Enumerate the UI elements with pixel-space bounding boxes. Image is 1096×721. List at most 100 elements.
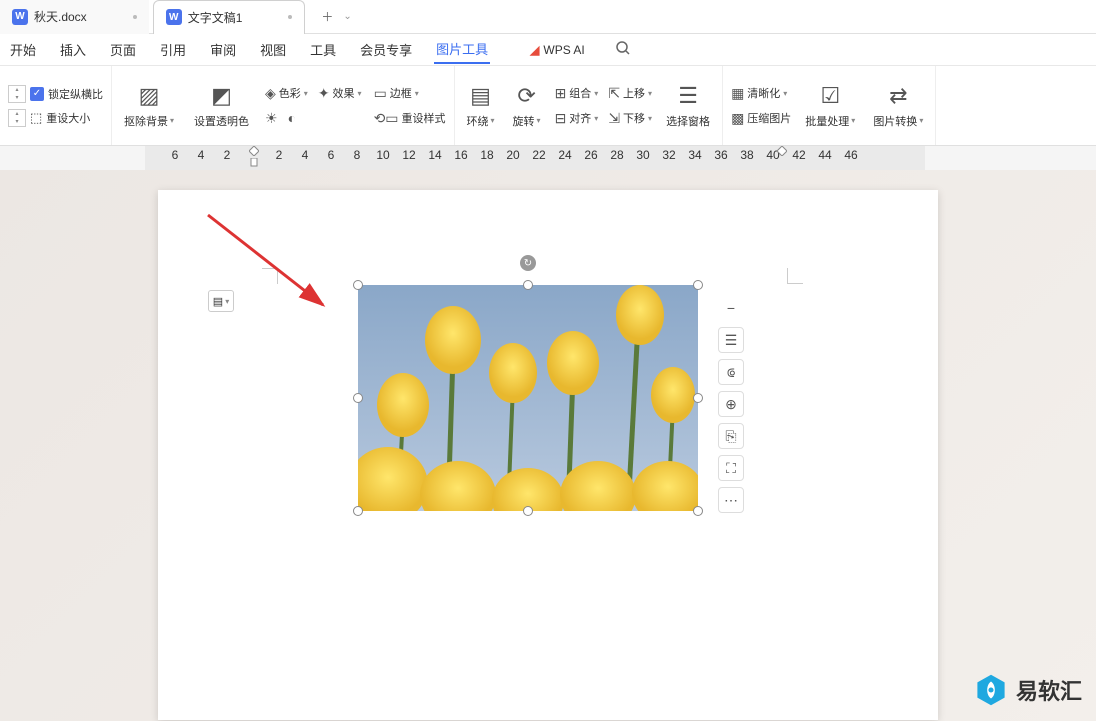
contrast-button[interactable]: ◐ bbox=[288, 110, 296, 126]
wrap-button[interactable]: ▤ 环绕▾ bbox=[463, 77, 499, 135]
zoom-button[interactable]: ⊕ bbox=[718, 391, 744, 417]
color-button[interactable]: ◈色彩▾ bbox=[265, 85, 308, 102]
remove-bg-icon: ▨ bbox=[139, 83, 160, 109]
resize-handle-tm[interactable] bbox=[523, 280, 533, 290]
wps-ai-icon: ◢ bbox=[530, 43, 539, 57]
group-icon: ⊞ bbox=[555, 85, 567, 102]
move-up-icon: ⇱ bbox=[608, 85, 620, 102]
rotate-handle[interactable]: ↻ bbox=[520, 255, 536, 271]
compress-button[interactable]: ▩压缩图片 bbox=[731, 110, 791, 127]
lock-ratio-checkbox[interactable]: ✓ bbox=[30, 87, 44, 101]
crop-button[interactable]: ⟃ bbox=[718, 359, 744, 385]
picture-tools-toolbar: ▴▾ ✓ 锁定纵横比 ▴▾ ⬚ 重设大小 ▨ 抠除背景▾ ◩ 设置透明色 ◈色彩… bbox=[0, 66, 1096, 146]
add-tab-dropdown[interactable]: ⌄ bbox=[343, 11, 351, 22]
move-up-button[interactable]: ⇱上移▾ bbox=[608, 85, 652, 102]
wrap-icon: ▤ bbox=[470, 83, 491, 109]
sharpen-button[interactable]: ▦清晰化▾ bbox=[731, 85, 791, 102]
menu-reference[interactable]: 引用 bbox=[158, 36, 188, 63]
compress-icon: ▩ bbox=[731, 110, 744, 127]
inline-wrap-tag[interactable]: ▤ ▾ bbox=[208, 290, 234, 312]
document-canvas[interactable]: ▤ ▾ ↻ bbox=[0, 170, 1096, 721]
menu-page[interactable]: 页面 bbox=[108, 36, 138, 63]
image-content bbox=[358, 285, 698, 511]
resize-handle-ml[interactable] bbox=[353, 393, 363, 403]
batch-button[interactable]: ☑ 批量处理▾ bbox=[801, 77, 859, 135]
border-button[interactable]: ▭边框▾ bbox=[374, 85, 446, 102]
move-down-icon: ⇲ bbox=[608, 110, 620, 127]
width-spinner[interactable]: ▴▾ bbox=[8, 109, 26, 127]
rotate-button[interactable]: ⟳ 旋转▾ bbox=[509, 77, 545, 135]
menu-picture-tools[interactable]: 图片工具 bbox=[434, 35, 490, 64]
close-tab-icon[interactable] bbox=[288, 15, 292, 19]
crop-icon: ⟃ bbox=[727, 364, 735, 381]
brightness-icon: ☀ bbox=[265, 110, 278, 127]
convert-button[interactable]: ⇄ 图片转换▾ bbox=[869, 77, 927, 135]
word-doc-icon: W bbox=[166, 9, 182, 25]
brightness-button[interactable]: ☀ bbox=[265, 110, 278, 127]
color-icon: ◈ bbox=[265, 85, 276, 102]
indent-marker-bottom[interactable] bbox=[249, 158, 259, 168]
copy-icon: ⎘ bbox=[725, 428, 736, 445]
doc-tab-2[interactable]: W 文字文稿1 bbox=[153, 0, 306, 34]
effect-button[interactable]: ✦效果▾ bbox=[318, 85, 362, 102]
contrast-icon: ◐ bbox=[288, 110, 296, 126]
resize-handle-mr[interactable] bbox=[693, 393, 703, 403]
transparent-icon: ◩ bbox=[211, 83, 232, 109]
batch-icon: ☑ bbox=[820, 83, 840, 109]
selected-image[interactable]: ↻ bbox=[358, 285, 698, 511]
set-transparent-button[interactable]: ◩ 设置透明色 bbox=[190, 77, 253, 135]
page[interactable]: ▤ ▾ ↻ bbox=[158, 190, 938, 720]
doc-tab-1[interactable]: W 秋天.docx bbox=[0, 0, 149, 34]
image-side-toolbar: − ☰ ⟃ ⊕ ⎘ ⛶ ⋯ bbox=[718, 295, 744, 513]
main-menu: 开始 插入 页面 引用 审阅 视图 工具 会员专享 图片工具 ◢ WPS AI bbox=[0, 34, 1096, 66]
select-pane-icon: ☰ bbox=[678, 83, 698, 109]
add-tab-button[interactable]: ＋ bbox=[315, 5, 339, 29]
resize-handle-bm[interactable] bbox=[523, 506, 533, 516]
fullscreen-button[interactable]: ⛶ bbox=[718, 455, 744, 481]
group-button[interactable]: ⊞组合▾ bbox=[555, 85, 599, 102]
move-down-button[interactable]: ⇲下移▾ bbox=[608, 110, 652, 127]
resize-handle-tl[interactable] bbox=[353, 280, 363, 290]
right-indent-marker[interactable] bbox=[777, 146, 787, 156]
reset-size-label[interactable]: 重设大小 bbox=[46, 110, 90, 126]
resize-handle-bl[interactable] bbox=[353, 506, 363, 516]
menu-insert[interactable]: 插入 bbox=[58, 36, 88, 63]
wps-ai-button[interactable]: ◢ WPS AI bbox=[530, 43, 585, 57]
menu-view[interactable]: 视图 bbox=[258, 36, 288, 63]
select-pane-button[interactable]: ☰ 选择窗格 bbox=[662, 77, 714, 135]
resize-handle-tr[interactable] bbox=[693, 280, 703, 290]
wrap-options-button[interactable]: ☰ bbox=[718, 327, 744, 353]
horizontal-ruler[interactable]: 6 4 2 2 4 6 8 10 12 14 16 18 20 22 24 26… bbox=[145, 146, 925, 170]
indent-marker-top[interactable] bbox=[249, 146, 259, 156]
menu-review[interactable]: 审阅 bbox=[208, 36, 238, 63]
doc-tab-2-label: 文字文稿1 bbox=[188, 9, 243, 26]
align-button[interactable]: ⊟对齐▾ bbox=[555, 110, 599, 127]
menu-tools[interactable]: 工具 bbox=[308, 36, 338, 63]
search-icon[interactable] bbox=[615, 40, 631, 59]
chevron-down-icon: ▾ bbox=[225, 297, 229, 306]
collapse-button[interactable]: − bbox=[718, 295, 744, 321]
doc-tab-1-label: 秋天.docx bbox=[34, 8, 87, 25]
watermark: 易软汇 bbox=[974, 673, 1082, 707]
more-button[interactable]: ⋯ bbox=[718, 487, 744, 513]
reset-style-button[interactable]: ⟲▭重设样式 bbox=[374, 110, 446, 127]
zoom-icon: ⊕ bbox=[725, 396, 737, 413]
minus-icon: − bbox=[727, 300, 735, 316]
menu-start[interactable]: 开始 bbox=[8, 36, 38, 63]
fullscreen-icon: ⛶ bbox=[726, 460, 736, 477]
convert-icon: ⇄ bbox=[889, 83, 907, 109]
lock-ratio-label: 锁定纵横比 bbox=[48, 86, 103, 102]
margin-corner-tr bbox=[787, 268, 803, 284]
remove-bg-button[interactable]: ▨ 抠除背景▾ bbox=[120, 77, 178, 135]
watermark-icon bbox=[974, 673, 1008, 707]
height-spinner[interactable]: ▴▾ bbox=[8, 85, 26, 103]
effect-icon: ✦ bbox=[318, 85, 330, 102]
menu-member[interactable]: 会员专享 bbox=[358, 36, 414, 63]
border-icon: ▭ bbox=[374, 85, 387, 102]
close-tab-icon[interactable] bbox=[133, 15, 137, 19]
more-icon: ⋯ bbox=[724, 492, 738, 509]
sharpen-icon: ▦ bbox=[731, 85, 744, 102]
wrap-options-icon: ☰ bbox=[725, 332, 738, 349]
copy-button[interactable]: ⎘ bbox=[718, 423, 744, 449]
resize-handle-br[interactable] bbox=[693, 506, 703, 516]
